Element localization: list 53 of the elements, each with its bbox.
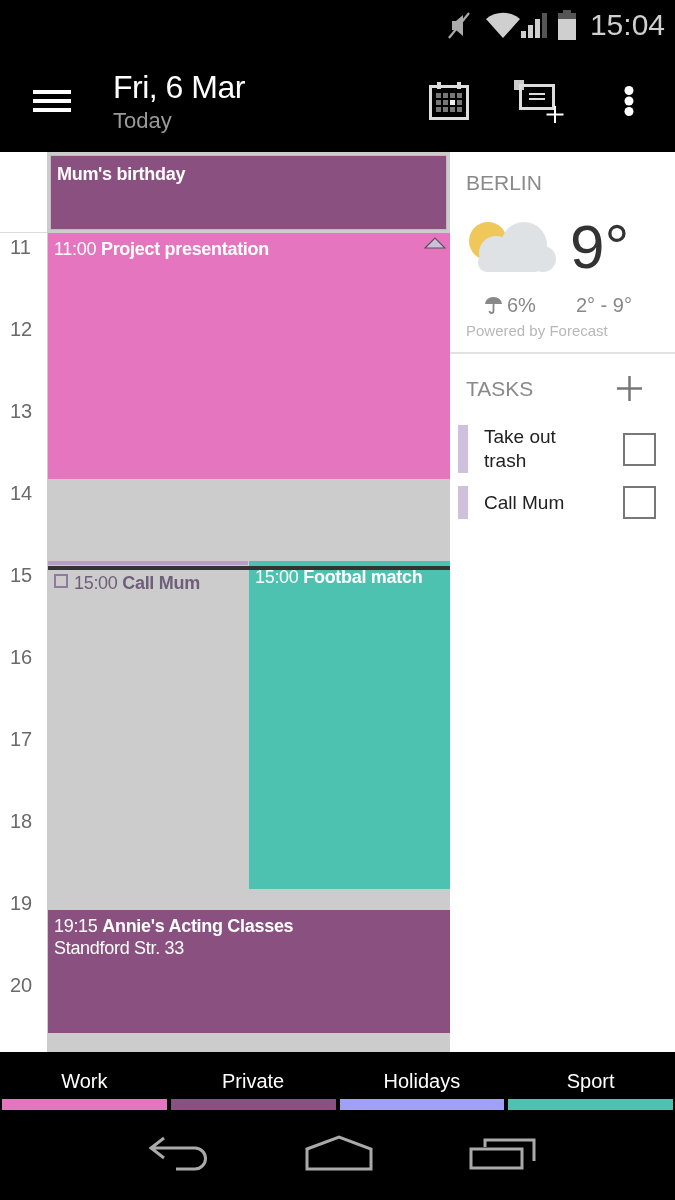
calendar-icon[interactable] (429, 82, 469, 120)
mute-icon (446, 11, 471, 39)
weather-credit: Powered by Forecast (466, 322, 608, 340)
recent-apps-icon[interactable] (469, 1136, 538, 1170)
signal-icon (519, 12, 548, 38)
task-title: Take out trash (484, 425, 557, 473)
all-day-event[interactable]: Mum's birthday (50, 155, 447, 230)
task-title: 15:00 Call Mum (74, 573, 200, 593)
home-icon[interactable] (305, 1135, 374, 1171)
event-location: Standford Str. 33 (54, 936, 184, 959)
battery-icon (557, 10, 576, 40)
event-card[interactable]: 19:15 Annie's Acting Classes Standford Str. 33 (48, 909, 450, 1033)
hour-label: 14 (10, 483, 33, 503)
partly-cloudy-icon (466, 220, 556, 274)
task-color-bar (458, 425, 468, 473)
event-title: 19:15 Annie's Acting Classes (54, 914, 294, 937)
add-icon[interactable] (617, 376, 642, 401)
tasks-heading: TASKS (466, 376, 534, 401)
date-title: Fri, 6 Mar (113, 69, 245, 105)
event-title: 15:00 Footbal match (255, 566, 423, 588)
category-label[interactable]: Private (222, 1069, 285, 1093)
back-icon[interactable] (147, 1135, 210, 1171)
temperature-range: 2° - 9° (575, 294, 632, 316)
hour-label: 13 (10, 401, 33, 421)
city-name: BERLIN (466, 172, 542, 194)
task-color-bar (458, 486, 468, 519)
task-title: Call Mum (484, 490, 566, 515)
hour-label: 15 (10, 565, 33, 585)
category-label[interactable]: Work (61, 1069, 108, 1093)
umbrella-icon (485, 296, 502, 314)
more-icon[interactable] (624, 86, 634, 116)
hour-label: 16 (10, 647, 33, 667)
hour-label: 19 (10, 893, 33, 913)
precipitation: 6% (507, 294, 536, 316)
wifi-icon (485, 12, 520, 38)
date-subtitle: Today (113, 109, 172, 133)
category-label[interactable]: Sport (566, 1069, 615, 1093)
task-checkbox[interactable] (623, 486, 656, 519)
clock-time: 15:04 (589, 10, 665, 40)
hour-label: 12 (10, 319, 33, 339)
hour-label: 20 (10, 975, 33, 995)
event-title: Mum's birthday (57, 163, 186, 185)
collapse-triangle-icon[interactable] (424, 237, 446, 249)
task-checkbox[interactable] (623, 432, 656, 466)
category-label[interactable]: Holidays (383, 1069, 461, 1093)
menu-icon[interactable] (33, 90, 71, 112)
hour-label: 18 (10, 811, 33, 831)
event-title: 11:00 Project presentation (54, 238, 269, 260)
hour-label: 11 (10, 237, 31, 257)
add-note-icon[interactable] (514, 79, 564, 123)
task-checkbox[interactable] (54, 574, 68, 588)
temperature: 9° (570, 214, 630, 280)
hour-label: 17 (10, 729, 33, 749)
